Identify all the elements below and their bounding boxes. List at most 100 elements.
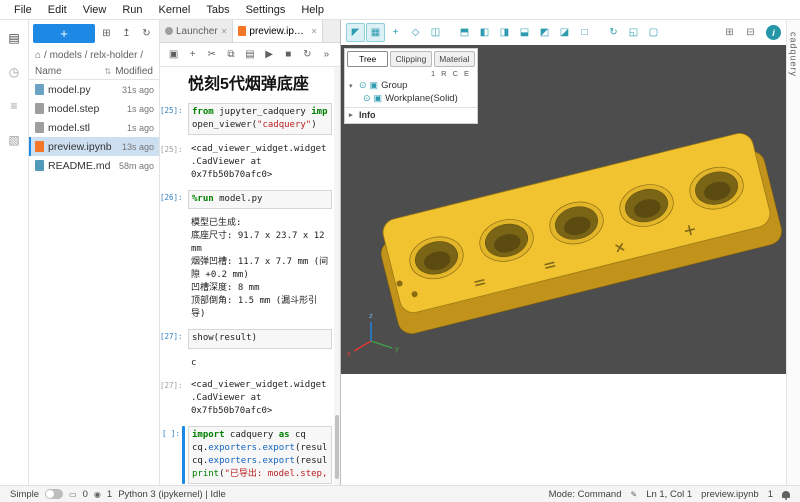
tree-node-label[interactable]: Group: [381, 80, 407, 91]
notebook-scrollbar[interactable]: [334, 67, 340, 485]
menu-edit[interactable]: Edit: [40, 4, 75, 16]
bell-icon[interactable]: [782, 491, 790, 498]
cursor-position[interactable]: Ln 1, Col 1: [646, 489, 692, 500]
sidebar-tab-extensions[interactable]: ▧: [3, 130, 25, 150]
code-editor[interactable]: from jupyter_cadquery import open_viewer…: [188, 103, 332, 135]
menu-settings[interactable]: Settings: [238, 4, 294, 16]
collapse-level-1-button[interactable]: 1: [431, 69, 435, 78]
paste-cells-button[interactable]: ▤: [241, 46, 258, 64]
tab-launcher[interactable]: Launcher ✕: [160, 20, 233, 42]
active-code-cell[interactable]: [ ]: import cadquery as cq cq.exporters.…: [160, 426, 340, 484]
code-cell[interactable]: [26]: %run model.py: [160, 190, 340, 209]
code-editor[interactable]: %run model.py: [188, 190, 332, 209]
cad-viewport[interactable]: x y z Tree Clipping Material 1 R: [341, 45, 786, 374]
insert-cell-button[interactable]: +: [184, 46, 201, 64]
cut-cells-button[interactable]: ✂: [203, 46, 220, 64]
collapse-panel-button[interactable]: ⊟: [741, 23, 760, 42]
menu-help[interactable]: Help: [293, 4, 332, 16]
tab-preview-ipynb[interactable]: preview.ipynb ✕: [233, 20, 323, 42]
new-folder-button[interactable]: ⊞: [98, 25, 115, 43]
restart-kernel-button[interactable]: ↻: [299, 46, 316, 64]
new-launcher-button[interactable]: +: [33, 24, 95, 43]
file-row-preview-ipynb[interactable]: preview.ipynb 13s ago: [29, 137, 159, 156]
tab-tree[interactable]: Tree: [347, 51, 388, 67]
interrupt-kernel-button[interactable]: ■: [280, 46, 297, 64]
kernels-count[interactable]: 1: [107, 489, 112, 500]
menu-run[interactable]: Run: [114, 4, 150, 16]
view-bottom-button[interactable]: □: [575, 23, 594, 42]
cell-collapser[interactable]: [182, 103, 185, 135]
copy-cells-button[interactable]: ⧉: [222, 46, 239, 64]
view-front-button[interactable]: ◧: [475, 23, 494, 42]
file-row-model-stl[interactable]: model.stl 1s ago: [29, 118, 159, 137]
view-iso-button[interactable]: ⬒: [455, 23, 474, 42]
cad-model[interactable]: [373, 129, 784, 337]
menu-tabs[interactable]: Tabs: [198, 4, 237, 16]
code-editor[interactable]: show(result): [188, 329, 332, 348]
active-cell-indicator[interactable]: [182, 426, 185, 484]
sidebar-tab-running-sessions[interactable]: ◷: [3, 62, 25, 82]
run-cell-button[interactable]: ▶: [261, 46, 278, 64]
save-button[interactable]: ▣: [165, 46, 182, 64]
notification-count[interactable]: 1: [768, 489, 773, 500]
file-row-readme-md[interactable]: README.md 58m ago: [29, 156, 159, 175]
cell-collapser[interactable]: [182, 190, 185, 209]
tree-node-label[interactable]: Workplane(Solid): [385, 93, 458, 104]
markdown-cell[interactable]: 悦刻5代烟弹底座: [160, 75, 340, 96]
code-cell[interactable]: [27]: show(result): [160, 329, 340, 348]
code-cell[interactable]: [25]: from jupyter_cadquery import open_…: [160, 103, 340, 135]
file-row-model-step[interactable]: model.step 1s ago: [29, 99, 159, 118]
tab-clipping[interactable]: Clipping: [390, 51, 431, 67]
info-icon[interactable]: i: [766, 25, 781, 40]
cell-collapser[interactable]: [182, 356, 185, 371]
view-right-button[interactable]: ◩: [535, 23, 554, 42]
ortho-toggle-button[interactable]: ◫: [426, 23, 445, 42]
upload-button[interactable]: ↥: [118, 25, 135, 43]
info-section[interactable]: ▸ Info: [345, 107, 477, 122]
grid-toggle-button[interactable]: ▦: [366, 23, 385, 42]
view-left-button[interactable]: ⬓: [515, 23, 534, 42]
collapse-all-button[interactable]: C: [453, 69, 458, 78]
collapse-root-button[interactable]: R: [441, 69, 446, 78]
scrollbar-thumb[interactable]: [335, 415, 339, 479]
cell-collapser[interactable]: [182, 142, 185, 183]
refresh-button[interactable]: ↻: [138, 25, 155, 43]
cell-collapser[interactable]: [182, 75, 185, 96]
close-tab-icon[interactable]: ✕: [221, 27, 228, 36]
reset-view-button[interactable]: ↻: [604, 23, 623, 42]
column-header-name[interactable]: Name: [35, 66, 104, 77]
tab-material[interactable]: Material: [434, 51, 475, 67]
fit-view-button[interactable]: ◱: [624, 23, 643, 42]
menu-view[interactable]: View: [75, 4, 115, 16]
terminals-count[interactable]: 0: [83, 489, 88, 500]
close-tab-icon[interactable]: ✕: [311, 27, 318, 36]
transparency-toggle-button[interactable]: ▢: [644, 23, 663, 42]
pin-panel-button[interactable]: ⊞: [720, 23, 739, 42]
simple-mode-toggle[interactable]: [45, 489, 63, 499]
menu-kernel[interactable]: Kernel: [151, 4, 199, 16]
tree-node-group[interactable]: ▾ ⊙ ▣ Group: [345, 79, 477, 92]
menu-file[interactable]: File: [6, 4, 40, 16]
sidebar-tab-table-of-contents[interactable]: ≡: [3, 96, 25, 116]
sidebar-tab-file-browser[interactable]: ▤: [3, 28, 25, 48]
sort-icon[interactable]: ⇅: [104, 67, 111, 76]
breadcrumb-path[interactable]: / models / relx-holder /: [44, 50, 143, 61]
expander-icon[interactable]: ▾: [349, 82, 356, 90]
right-sidebar-tab-cadquery[interactable]: cadquery: [789, 32, 799, 485]
mode-indicator[interactable]: Mode: Command: [549, 489, 622, 500]
restart-run-all-button[interactable]: »: [318, 46, 335, 64]
view-top-button[interactable]: ◪: [555, 23, 574, 42]
cell-collapser[interactable]: [182, 216, 185, 322]
home-icon[interactable]: ⌂: [35, 50, 41, 61]
axes0-toggle-button[interactable]: ◇: [406, 23, 425, 42]
tree-node-workplane[interactable]: ⊙ ▣ Workplane(Solid): [345, 92, 477, 105]
mesh-icon[interactable]: ▣: [370, 80, 379, 91]
select-tool-button[interactable]: ◤: [346, 23, 365, 42]
expand-all-button[interactable]: E: [464, 69, 469, 78]
visibility-eye-icon[interactable]: ⊙: [359, 80, 367, 91]
axes-toggle-button[interactable]: +: [386, 23, 405, 42]
kernel-status[interactable]: Python 3 (ipykernel) | Idle: [118, 489, 226, 500]
file-row-model-py[interactable]: model.py 31s ago: [29, 80, 159, 99]
visibility-eye-icon[interactable]: ⊙: [363, 93, 371, 104]
code-editor[interactable]: import cadquery as cq cq.exporters.expor…: [188, 426, 332, 484]
